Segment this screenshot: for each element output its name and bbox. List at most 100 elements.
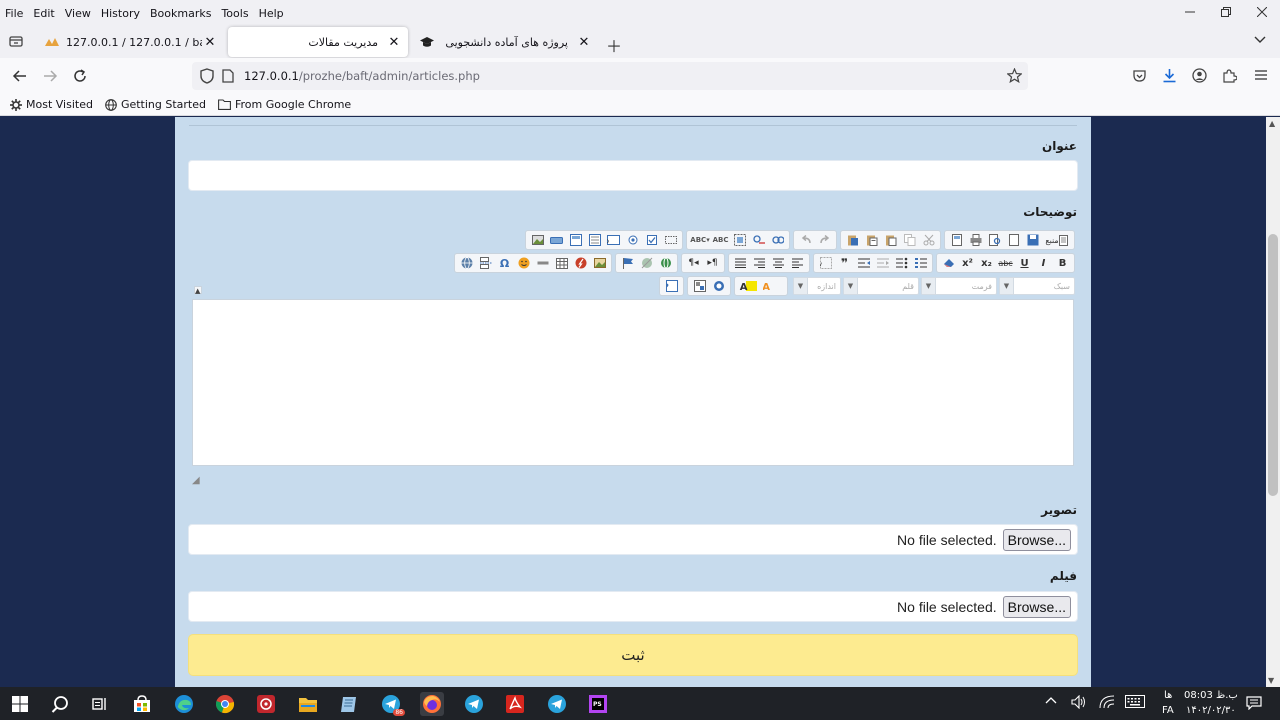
spellcheck-as-you-type-button[interactable]: ▾ABC <box>689 232 711 248</box>
radio-button-tool[interactable] <box>623 232 642 248</box>
telegram-app-button-2[interactable] <box>462 692 486 716</box>
page-scrollbar[interactable]: ▲ ▼ <box>1266 117 1280 687</box>
rich-text-editor-area[interactable] <box>192 299 1074 466</box>
text-direction-ltr-button[interactable]: ¶▸ <box>703 255 722 271</box>
save-button[interactable] <box>1023 232 1042 248</box>
back-button[interactable] <box>12 68 28 87</box>
align-right-button[interactable] <box>750 255 769 271</box>
remove-format-button[interactable] <box>939 255 958 271</box>
paste-word-button[interactable] <box>843 232 862 248</box>
iframe-button[interactable] <box>457 255 476 271</box>
maximize-button[interactable] <box>709 278 728 294</box>
subscript-button[interactable]: x₂ <box>977 255 996 271</box>
table-button[interactable] <box>552 255 571 271</box>
source-button[interactable]: منبع <box>1042 232 1072 248</box>
close-window-button[interactable] <box>1244 0 1280 24</box>
menu-view[interactable]: View <box>60 7 96 20</box>
app-menu-button[interactable] <box>1254 68 1268 85</box>
menu-file[interactable]: File <box>0 7 28 20</box>
clock-date[interactable]: ۱۴۰۲/۰۲/۳۰ <box>1186 705 1236 716</box>
templates-button[interactable] <box>947 232 966 248</box>
page-info-button[interactable] <box>222 69 234 86</box>
replace-button[interactable] <box>749 232 768 248</box>
textarea-button[interactable] <box>585 232 604 248</box>
strike-button[interactable]: abc <box>996 255 1015 271</box>
notepad-app-button[interactable] <box>337 692 361 716</box>
scroll-up-arrow[interactable]: ▲ <box>1269 119 1275 128</box>
spellcheck-button[interactable]: ABC <box>711 232 730 248</box>
indent-button[interactable] <box>854 255 873 271</box>
text-field-button[interactable]: ab <box>604 232 623 248</box>
image-button-button[interactable] <box>528 232 547 248</box>
background-color-button[interactable]: ▾A <box>737 278 761 294</box>
paste-text-button[interactable] <box>862 232 881 248</box>
submit-button[interactable]: ثبت <box>188 634 1078 676</box>
menu-history[interactable]: History <box>96 7 145 20</box>
anchor-button[interactable] <box>618 255 637 271</box>
text-color-button[interactable]: ▾A <box>761 278 785 294</box>
network-button[interactable] <box>1099 695 1115 712</box>
bookmark-most-visited[interactable]: Most Visited <box>10 98 93 111</box>
show-blocks-button[interactable] <box>690 278 709 294</box>
flash-button[interactable] <box>571 255 590 271</box>
account-button[interactable] <box>1192 68 1207 86</box>
align-center-button[interactable] <box>769 255 788 271</box>
text-direction-rtl-button[interactable]: ◂¶ <box>684 255 703 271</box>
blockquote-button[interactable]: ❞ <box>835 255 854 271</box>
select-field-button[interactable] <box>566 232 585 248</box>
image-file-input[interactable]: No file selected. Browse... <box>188 524 1078 555</box>
store-app-button[interactable] <box>130 692 154 716</box>
align-justify-button[interactable] <box>731 255 750 271</box>
tab-phpmyadmin[interactable]: 127.0.0.1 / 127.0.0.1 / baft / use ✕ <box>38 27 224 57</box>
title-input[interactable] <box>188 160 1078 191</box>
list-all-tabs-button[interactable] <box>1254 34 1266 48</box>
menu-help[interactable]: Help <box>254 7 289 20</box>
find-button[interactable] <box>768 232 787 248</box>
toolbar-collapse-button[interactable]: ▲ <box>194 286 202 295</box>
restore-button[interactable] <box>1208 0 1244 24</box>
edge-app-button[interactable] <box>172 692 196 716</box>
outdent-button[interactable] <box>873 255 892 271</box>
chrome-app-button[interactable] <box>213 692 237 716</box>
touch-keyboard-button[interactable] <box>1125 695 1145 711</box>
tab-articles[interactable]: مدیریت مقالات ✕ <box>228 27 408 57</box>
editor-resize-handle[interactable]: ◢ <box>192 475 200 486</box>
pocket-button[interactable] <box>1132 68 1147 86</box>
film-file-input[interactable]: No file selected. Browse... <box>188 591 1078 622</box>
print-button[interactable] <box>966 232 985 248</box>
italic-button[interactable]: I <box>1034 255 1053 271</box>
extensions-button[interactable] <box>1222 68 1238 86</box>
redo-button[interactable] <box>815 232 834 248</box>
style-combo[interactable]: ▼ سبک <box>999 277 1075 295</box>
bold-button[interactable]: B <box>1053 255 1072 271</box>
clock-time[interactable]: 08:03 ب.ظ <box>1184 690 1238 701</box>
tab-student-projects[interactable]: پروژه های آماده دانشجویی ✕ <box>414 27 598 57</box>
minimize-button[interactable] <box>1172 0 1208 24</box>
new-page-button[interactable] <box>1004 232 1023 248</box>
button-field-button[interactable] <box>547 232 566 248</box>
volume-button[interactable] <box>1071 694 1087 712</box>
size-combo[interactable]: ▼ اندازه <box>793 277 841 295</box>
page-break-button[interactable] <box>476 255 495 271</box>
reload-button[interactable] <box>72 68 88 87</box>
cut-button[interactable] <box>919 232 938 248</box>
tab-manager-button[interactable] <box>9 34 23 51</box>
menu-edit[interactable]: Edit <box>28 7 59 20</box>
hidden-field-button[interactable] <box>661 232 680 248</box>
align-left-button[interactable] <box>788 255 807 271</box>
numbered-list-button[interactable] <box>911 255 930 271</box>
firefox-app-button[interactable] <box>420 692 444 716</box>
menu-bookmarks[interactable]: Bookmarks <box>145 7 216 20</box>
tracking-protection-button[interactable] <box>200 68 214 87</box>
underline-button[interactable]: U <box>1015 255 1034 271</box>
scroll-down-arrow[interactable]: ▼ <box>1268 676 1274 685</box>
task-view-button[interactable] <box>88 692 112 716</box>
downloads-button[interactable] <box>1162 68 1177 86</box>
link-button[interactable] <box>656 255 675 271</box>
close-tab-button[interactable]: ✕ <box>386 35 402 50</box>
search-button[interactable] <box>48 692 72 716</box>
select-all-button[interactable] <box>730 232 749 248</box>
forward-button[interactable] <box>42 68 58 87</box>
bookmark-folder-google-chrome[interactable]: From Google Chrome <box>218 98 351 111</box>
close-tab-button[interactable]: ✕ <box>202 35 218 50</box>
